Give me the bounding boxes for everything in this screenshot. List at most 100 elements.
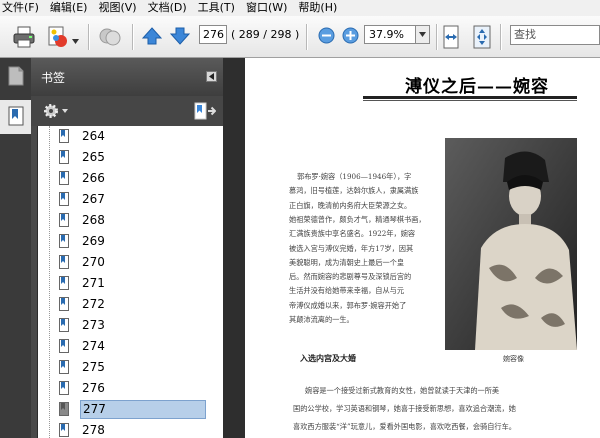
bookmark-label: 271 (82, 276, 105, 290)
bookmark-icon (59, 192, 69, 206)
bookmark-item[interactable]: 264 (38, 126, 223, 147)
new-bookmark-icon[interactable] (194, 102, 217, 123)
bookmark-item[interactable]: 271 (38, 273, 223, 294)
document-view[interactable]: 溥仪之后——婉容 婉容像 郭布罗·婉容（1906—1946年），字 慕鸿，旧号植莲… (245, 58, 600, 438)
bookmark-item[interactable]: 273 (38, 315, 223, 336)
page-number-input[interactable]: 276 (199, 25, 227, 44)
menu-file[interactable]: 文件(F) (2, 0, 39, 16)
title-rule (363, 96, 577, 99)
bookmark-item[interactable]: 278 (38, 420, 223, 438)
bookmark-item[interactable]: 268 (38, 210, 223, 231)
menu-view[interactable]: 视图(V) (98, 0, 136, 16)
bookmark-item[interactable]: 267 (38, 189, 223, 210)
text-line: 郭布罗·婉容（1906—1946年），字 (297, 172, 412, 181)
next-page-icon[interactable] (169, 26, 191, 49)
bookmark-label: 268 (82, 213, 105, 227)
bookmark-label: 275 (82, 360, 105, 374)
text-line: 国的公学校，学习英语和钢琴，她喜于接受新思想，喜欢追合潮流，她 (293, 404, 516, 413)
bookmark-label: 276 (82, 381, 105, 395)
menu-edit[interactable]: 编辑(E) (50, 0, 88, 16)
panel-splitter[interactable] (223, 58, 245, 438)
bookmark-item[interactable]: 270 (38, 252, 223, 273)
print-icon[interactable] (12, 25, 36, 52)
bookmark-icon (59, 129, 69, 143)
pages-panel-button[interactable] (0, 60, 31, 94)
photo-caption: 婉容像 (503, 355, 524, 363)
bookmark-label: 266 (82, 171, 105, 185)
fit-page-icon[interactable] (472, 25, 492, 52)
bookmark-label: 265 (82, 150, 105, 164)
portrait-photo (445, 138, 577, 350)
text-line: 其颠沛流离的一生。 (289, 315, 354, 324)
search-input[interactable]: 查找 (510, 25, 600, 45)
zoom-in-icon[interactable] (342, 27, 359, 47)
bookmark-icon (8, 106, 24, 129)
collapse-panel-button[interactable] (206, 71, 217, 82)
text-line: 她祖荣德曾作，颇负才气，精通琴棋书画， (289, 214, 426, 224)
menu-help[interactable]: 帮助(H) (298, 0, 337, 16)
bookmark-icon (59, 402, 69, 416)
pages-icon (8, 66, 24, 89)
bookmark-icon (59, 297, 69, 311)
bookmark-label: 269 (82, 234, 105, 248)
bookmark-label: 277 (80, 400, 206, 419)
bookmark-item[interactable]: 277 (38, 399, 223, 420)
toolbar: 276 ( 289 / 298 ) 37.9% 查找 (0, 16, 600, 58)
options-gear-icon[interactable] (43, 103, 69, 122)
bookmark-label: 273 (82, 318, 105, 332)
collaborate-icon[interactable] (98, 25, 122, 52)
menu-window[interactable]: 窗口(W) (246, 0, 287, 16)
text-line: 美貌聪明，成为清朝史上最后一个皇 (289, 257, 405, 267)
bookmark-icon (59, 234, 69, 248)
menu-bar: 文件(F) 编辑(E) 视图(V) 文档(D) 工具(T) 窗口(W) 帮助(H… (0, 0, 600, 16)
previous-page-icon[interactable] (141, 26, 163, 49)
bookmark-label: 264 (82, 129, 105, 143)
bookmark-item[interactable]: 275 (38, 357, 223, 378)
chevron-down-icon[interactable] (72, 34, 79, 47)
text-line: 正白旗，晚清前内务府大臣荣源之女。 (289, 200, 412, 210)
text-line: 汇满族贵族中享名盛名。1922年，婉容 (289, 229, 416, 239)
bookmark-item[interactable]: 274 (38, 336, 223, 357)
panel-header: 书签 (31, 58, 223, 96)
bookmark-icon (59, 339, 69, 353)
create-pdf-icon[interactable] (46, 25, 70, 52)
document-heading: 溥仪之后——婉容 (405, 77, 549, 97)
text-line: 被选入宫与溥仪完婚，年方17岁，因其 (289, 243, 414, 253)
bookmark-label: 272 (82, 297, 105, 311)
fit-width-icon[interactable] (442, 25, 460, 52)
menu-tools[interactable]: 工具(T) (198, 0, 235, 16)
text-line: 婉容是一个接受过新式教育的女性，她曾就读于天津的一所美 (305, 386, 500, 395)
bookmarks-panel-button[interactable] (0, 100, 31, 134)
section-heading: 入选内宫及大婚 (300, 353, 356, 363)
text-line: 生活并没有给她带来幸福，自从与元 (289, 286, 405, 296)
bookmark-icon (59, 276, 69, 290)
panel-title: 书签 (41, 71, 66, 85)
bookmarks-panel: 书签 264 265 266 267 268 269 270 271 272 273 274 275 2… (31, 58, 223, 438)
bookmark-icon (59, 318, 69, 332)
zoom-out-icon[interactable] (318, 27, 335, 47)
text-line: 帝溥仪成婚以来，郭布罗·婉容开始了 (289, 300, 407, 310)
bookmark-label: 278 (82, 423, 105, 437)
bookmark-icon (59, 171, 69, 185)
panel-toolbar (31, 96, 223, 126)
text-line: 后。然而婉容的悲剧尊号及深锁后宫的 (289, 272, 412, 282)
zoom-level-input[interactable]: 37.9% (364, 25, 416, 44)
bookmark-icon (59, 381, 69, 395)
text-line: 慕鸿，旧号植莲，达斡尔族人，隶属满族 (289, 186, 419, 196)
bookmark-item[interactable]: 276 (38, 378, 223, 399)
bookmark-item[interactable]: 272 (38, 294, 223, 315)
menu-document[interactable]: 文档(D) (148, 0, 187, 16)
zoom-dropdown-icon[interactable] (416, 25, 430, 44)
bookmark-item[interactable]: 266 (38, 168, 223, 189)
bookmark-icon (59, 423, 69, 437)
bookmark-icon (59, 255, 69, 269)
bookmark-list[interactable]: 264 265 266 267 268 269 270 271 272 273 274 275 276 2… (37, 126, 223, 438)
navigation-rail (0, 58, 31, 438)
bookmark-label: 270 (82, 255, 105, 269)
bookmark-icon (59, 360, 69, 374)
bookmark-item[interactable]: 265 (38, 147, 223, 168)
bookmark-label: 274 (82, 339, 105, 353)
title-rule-thin (363, 100, 577, 101)
page-count: ( 289 / 298 ) (231, 28, 300, 41)
bookmark-item[interactable]: 269 (38, 231, 223, 252)
